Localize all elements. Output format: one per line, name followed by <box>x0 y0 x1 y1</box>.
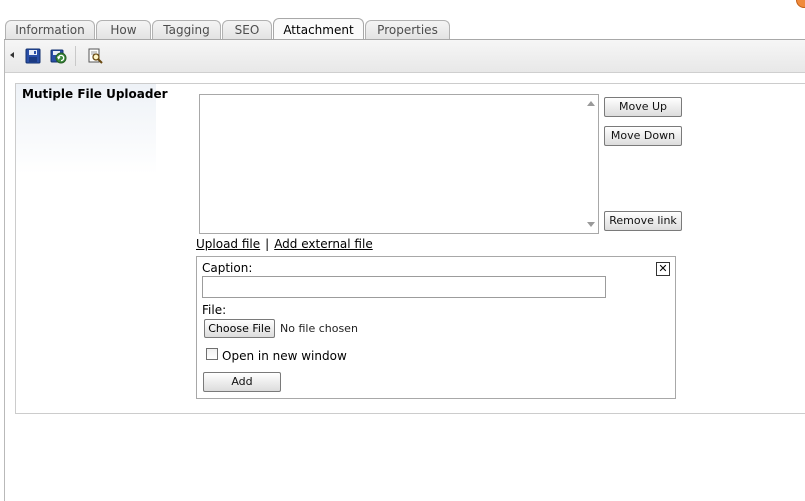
close-icon[interactable]: ✕ <box>656 262 670 276</box>
save-and-close-icon[interactable] <box>49 47 67 65</box>
tab-how[interactable]: How <box>96 20 151 39</box>
uploader-label: Mutiple File Uploader <box>22 87 168 101</box>
content-panel: Mutiple File Uploader Move Up Move Down … <box>15 83 805 414</box>
tab-properties[interactable]: Properties <box>365 20 450 39</box>
file-label: File: <box>202 303 227 317</box>
attachment-list[interactable] <box>199 94 599 234</box>
caption-input[interactable] <box>202 276 606 298</box>
scroll-up-icon[interactable] <box>587 101 595 106</box>
tab-seo[interactable]: SEO <box>222 20 272 39</box>
preview-icon[interactable] <box>86 47 104 65</box>
open-new-window-checkbox[interactable] <box>206 348 218 360</box>
collapse-arrow-icon[interactable] <box>10 52 14 58</box>
move-up-button[interactable]: Move Up <box>604 97 682 117</box>
add-button[interactable]: Add <box>203 372 281 392</box>
scroll-down-icon[interactable] <box>587 222 595 227</box>
tab-tagging[interactable]: Tagging <box>152 20 221 39</box>
link-separator: | <box>265 237 270 251</box>
choose-file-button[interactable]: Choose File <box>204 319 275 338</box>
caption-label: Caption: <box>202 261 253 275</box>
list-scrollbar[interactable] <box>582 95 598 233</box>
save-icon[interactable] <box>24 47 42 65</box>
tab-bar: Information How Tagging SEO Attachment P… <box>0 0 805 40</box>
tab-information[interactable]: Information <box>5 20 95 39</box>
upload-links: Upload file | Add external file <box>196 237 373 251</box>
frame-border <box>4 40 5 501</box>
open-new-window-label: Open in new window <box>222 349 347 363</box>
upload-form: ✕ Caption: File: Choose File No file cho… <box>196 256 676 399</box>
toolbar <box>5 40 805 73</box>
move-down-button[interactable]: Move Down <box>604 126 682 146</box>
add-external-file-link[interactable]: Add external file <box>274 237 373 251</box>
upload-file-link[interactable]: Upload file <box>196 237 260 251</box>
toolbar-separator <box>75 46 76 66</box>
file-status-text: No file chosen <box>280 322 358 335</box>
tab-attachment[interactable]: Attachment <box>273 18 364 40</box>
remove-link-button[interactable]: Remove link <box>604 211 682 231</box>
